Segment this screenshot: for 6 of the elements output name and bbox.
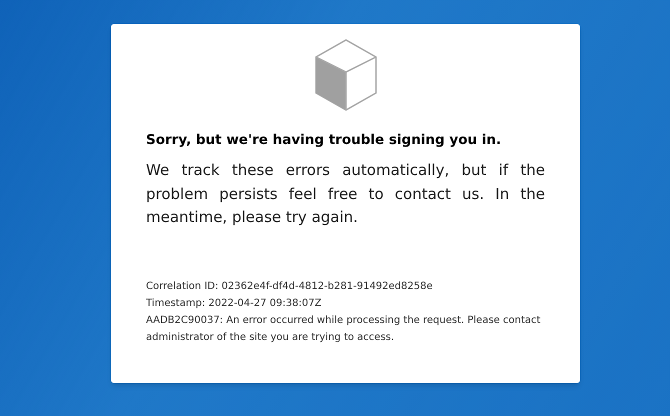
error-detail: Correlation ID: 02362e4f-df4d-4812-b281-91492ed8258e xyxy=(146,280,434,294)
error-message: We track these errors automatically, but if the problem persists feel free to contact us. In the meantime, please try again. xyxy=(146,160,545,228)
error-detail: AADB2C90037: An error occurred while processing the request. Please contact administrator of the site you are trying to access. xyxy=(146,314,542,345)
error-heading: Sorry, but we're having trouble signing you in. xyxy=(146,131,502,150)
cube-icon xyxy=(314,39,376,111)
error-detail: Timestamp: 2022-04-27 09:38:07Z xyxy=(146,296,322,311)
